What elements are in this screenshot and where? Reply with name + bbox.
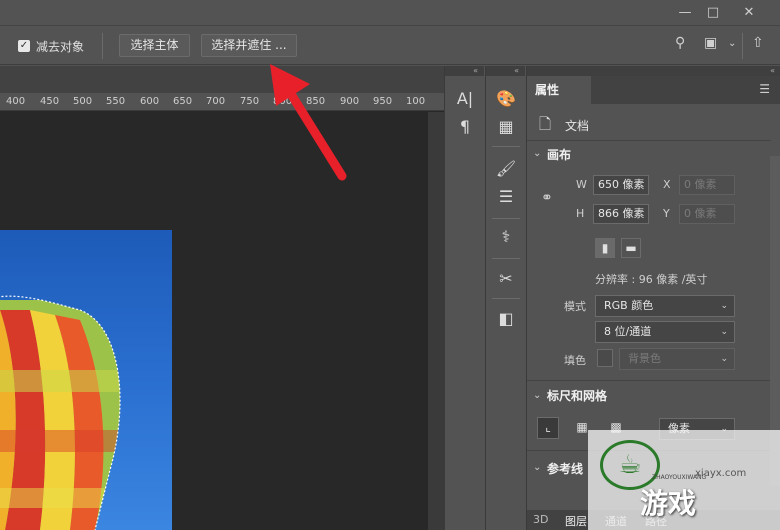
x-field[interactable]: 0 像素 [679, 175, 735, 195]
search-icon[interactable]: ⚲ [675, 35, 685, 51]
mode-select[interactable]: RGB 颜色 ⌄ [595, 295, 735, 317]
chevron-down-icon: ⌄ [720, 327, 728, 337]
ruler-tick: 650 [173, 96, 193, 107]
chevron-down-icon[interactable]: ⌄ [728, 38, 736, 49]
horizontal-ruler: 400 450 500 550 600 650 700 750 800 850 … [0, 93, 444, 111]
mode-label: 模式 [564, 300, 586, 313]
ruler-tick: 400 [6, 96, 26, 107]
divider [492, 146, 520, 147]
fill-label: 填色 [564, 354, 586, 367]
divider [527, 140, 771, 141]
layer-comps-icon[interactable]: ◧ [494, 306, 518, 330]
title-bar: — □ ✕ [0, 0, 780, 26]
ruler-tick: 550 [106, 96, 126, 107]
height-label: H [576, 207, 585, 220]
width-field[interactable]: 650 像素 [593, 175, 649, 195]
share-icon[interactable]: ⇧ [752, 35, 764, 51]
options-bar: ✓ 减去对象 选择主体 选择并遮住 ... ⚲ ▣ ⌄ ⇧ [0, 27, 780, 65]
collapse-arrows-icon[interactable]: « [445, 66, 484, 76]
ruler-tick: 600 [140, 96, 160, 107]
y-label: Y [663, 207, 670, 220]
document-icon: 🗋 [539, 115, 552, 133]
tab-layers[interactable]: 图层 [565, 513, 587, 529]
divider [742, 33, 743, 59]
ruler-tick: 500 [73, 96, 93, 107]
rulers-grid-section-title: 标尺和网格 [547, 389, 608, 403]
brush-icon[interactable]: 🖌 [494, 156, 518, 180]
width-label: W [576, 178, 587, 191]
tab-properties[interactable]: 属性 [527, 76, 591, 104]
close-icon[interactable]: ✕ [734, 0, 764, 24]
color-palette-icon[interactable]: 🎨 [494, 86, 518, 110]
workspace-icon[interactable]: ▣ [704, 35, 717, 51]
subtract-object-label: 减去对象 [36, 40, 85, 54]
resolution-text: 分辨率 : 96 像素 /英寸 [595, 273, 708, 286]
swatches-grid-icon[interactable]: ▦ [494, 114, 518, 138]
tab-3d[interactable]: 3D [533, 513, 548, 526]
portrait-orientation-icon[interactable]: ▮ [595, 238, 615, 258]
ruler-icon[interactable]: ⌞ [537, 417, 559, 439]
x-label: X [663, 178, 671, 191]
collapsed-dock-1: « A| ¶ [444, 66, 484, 530]
subtract-object-checkbox[interactable]: ✓ [18, 40, 30, 52]
paragraph-icon[interactable]: ¶ [453, 114, 477, 138]
chevron-down-icon[interactable]: ⌄ [533, 148, 541, 159]
canvas-section-title: 画布 [547, 148, 572, 162]
ruler-tick: 450 [40, 96, 60, 107]
minimize-icon[interactable]: — [670, 0, 700, 24]
ruler-tick: 750 [240, 96, 260, 107]
divider [492, 258, 520, 259]
collapsed-dock-2: « 🎨 ▦ 🖌 ☰ ⚕ ✂ ◧ [485, 66, 525, 530]
collapse-arrows-icon[interactable]: « [486, 66, 525, 76]
guides-section-title: 参考线 [547, 462, 584, 476]
bit-depth-value: 8 位/通道 [604, 325, 652, 338]
select-subject-button[interactable]: 选择主体 [119, 34, 190, 57]
document-label: 文档 [565, 119, 590, 133]
divider [527, 380, 771, 381]
hot-air-balloon-image [0, 295, 121, 530]
chevron-down-icon: ⌄ [720, 354, 728, 364]
link-icon[interactable]: ⚭ [541, 190, 553, 206]
height-field[interactable]: 866 像素 [593, 204, 649, 224]
fill-select-value: 背景色 [628, 352, 661, 365]
clone-source-icon[interactable]: ⚕ [494, 224, 518, 248]
balloon-photo[interactable] [0, 230, 172, 530]
divider [492, 218, 520, 219]
mode-select-value: RGB 颜色 [604, 299, 654, 312]
ruler-tick: 100 [406, 96, 426, 107]
tools-icon[interactable]: ✂ [494, 266, 518, 290]
fill-select[interactable]: 背景色 ⌄ [619, 348, 735, 370]
divider [492, 298, 520, 299]
restore-icon[interactable]: □ [698, 0, 728, 24]
chevron-down-icon[interactable]: ⌄ [533, 462, 541, 473]
fill-color-swatch[interactable] [597, 349, 613, 367]
watermark-sub-text: ZHAOYOUXIWANG [652, 474, 707, 481]
red-arrow-annotation [270, 64, 347, 181]
character-icon[interactable]: A| [453, 86, 477, 110]
select-and-mask-button[interactable]: 选择并遮住 ... [201, 34, 297, 57]
chevron-down-icon: ⌄ [720, 301, 728, 311]
landscape-orientation-icon[interactable]: ▬ [621, 238, 641, 258]
document-tab-strip [0, 66, 444, 93]
bit-depth-select[interactable]: 8 位/通道 ⌄ [595, 321, 735, 343]
ruler-tick: 700 [206, 96, 226, 107]
chevron-down-icon[interactable]: ⌄ [533, 390, 541, 401]
panel-menu-icon[interactable]: ☰ [759, 82, 770, 96]
divider [102, 33, 103, 59]
vertical-scrollbar[interactable] [428, 112, 444, 530]
brush-settings-icon[interactable]: ☰ [494, 184, 518, 208]
y-field[interactable]: 0 像素 [679, 204, 735, 224]
ruler-tick: 950 [373, 96, 393, 107]
watermark-main-text: 游戏 [640, 487, 697, 520]
collapse-arrows-icon[interactable]: « [527, 66, 780, 76]
